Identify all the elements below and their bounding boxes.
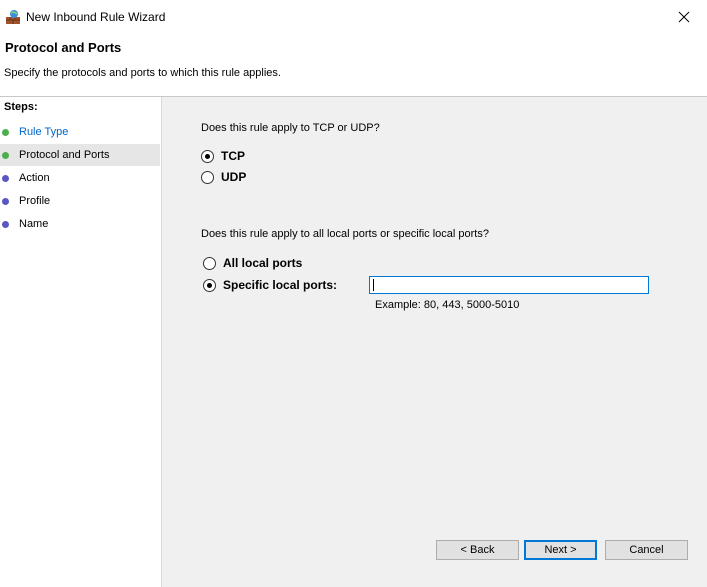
window-title: New Inbound Rule Wizard (26, 10, 166, 24)
close-button[interactable] (661, 0, 707, 34)
step-pending-icon (2, 220, 9, 228)
next-button[interactable]: Next > (524, 540, 597, 560)
specific-ports-input[interactable] (369, 276, 649, 294)
steps-heading: Steps: (4, 101, 38, 113)
step-label: Protocol and Ports (19, 149, 110, 161)
step-label: Name (19, 218, 49, 230)
back-button[interactable]: < Back (436, 540, 519, 560)
text-caret (373, 279, 374, 291)
step-label: Profile (19, 195, 51, 207)
tcp-label[interactable]: TCP (221, 149, 245, 163)
step-profile: Profile (0, 190, 160, 212)
step-label: Action (19, 172, 50, 184)
all-ports-label[interactable]: All local ports (223, 256, 302, 270)
title-bar: New Inbound Rule Wizard (0, 0, 707, 34)
step-rule-type[interactable]: Rule Type (0, 121, 160, 143)
udp-radio[interactable] (201, 170, 214, 184)
udp-label[interactable]: UDP (221, 170, 246, 184)
page-description: Specify the protocols and ports to which… (4, 67, 281, 79)
step-action: Action (0, 167, 160, 189)
step-pending-icon (2, 197, 9, 205)
all-ports-radio[interactable] (203, 256, 216, 270)
steps-panel: Steps: Rule Type Protocol and Ports Acti… (0, 97, 162, 587)
wizard-header: Protocol and Ports Specify the protocols… (0, 34, 707, 96)
page-title: Protocol and Ports (5, 40, 122, 55)
udp-radio-option[interactable]: UDP (201, 170, 246, 184)
specific-ports-radio[interactable] (203, 278, 216, 292)
protocol-question: Does this rule apply to TCP or UDP? (201, 122, 380, 134)
step-label[interactable]: Rule Type (19, 126, 68, 138)
step-name: Name (0, 213, 160, 235)
step-current-icon (2, 151, 9, 159)
close-icon (678, 11, 690, 23)
ports-example-hint: Example: 80, 443, 5000-5010 (375, 299, 520, 311)
step-protocol-and-ports: Protocol and Ports (0, 144, 160, 166)
specific-ports-label[interactable]: Specific local ports: (223, 278, 337, 292)
specific-ports-radio-option[interactable]: Specific local ports: (203, 278, 337, 292)
ports-question: Does this rule apply to all local ports … (201, 228, 489, 240)
firewall-icon (6, 10, 20, 24)
tcp-radio[interactable] (201, 149, 214, 163)
cancel-button[interactable]: Cancel (605, 540, 688, 560)
step-pending-icon (2, 174, 9, 182)
all-ports-radio-option[interactable]: All local ports (203, 256, 302, 270)
wizard-content: Does this rule apply to TCP or UDP? TCP … (162, 97, 707, 587)
step-complete-icon (2, 128, 9, 136)
tcp-radio-option[interactable]: TCP (201, 149, 245, 163)
wizard-window: New Inbound Rule Wizard Protocol and Por… (0, 0, 707, 587)
